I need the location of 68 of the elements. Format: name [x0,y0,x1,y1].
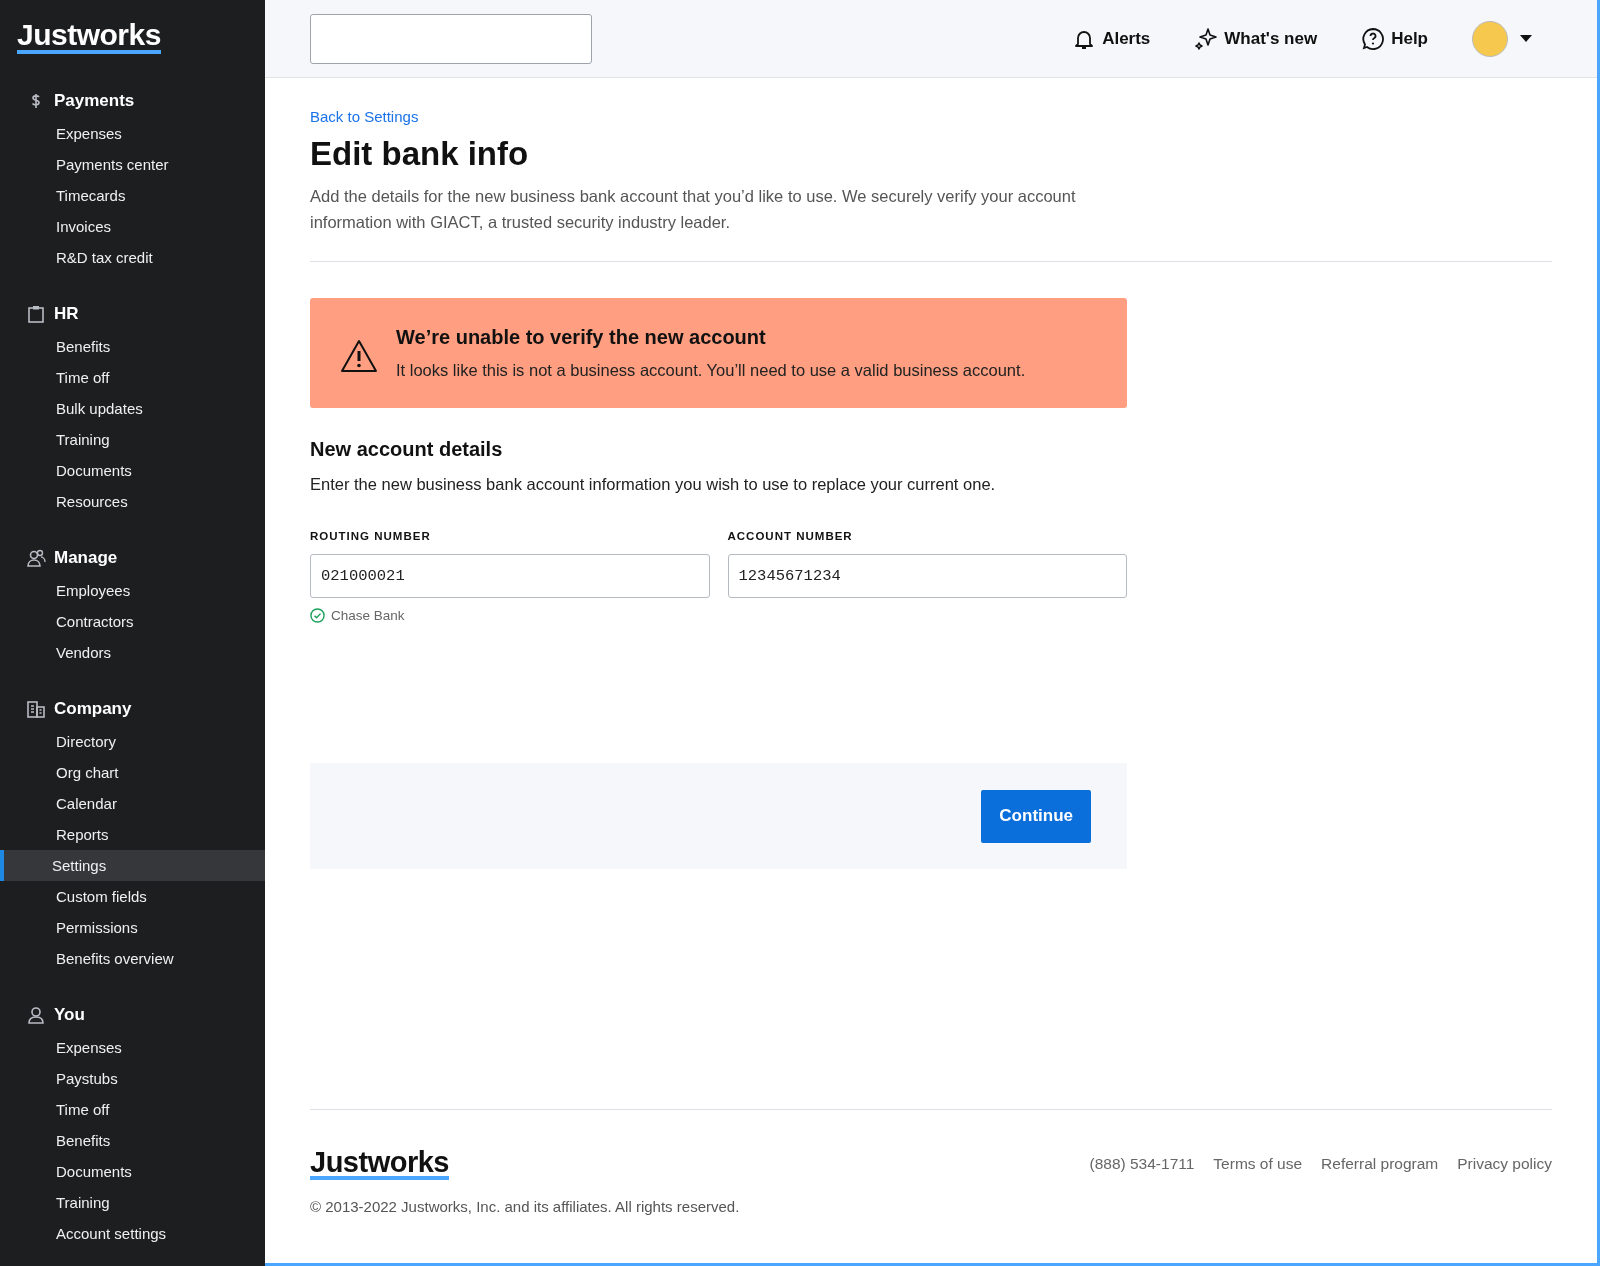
input-field[interactable]: 12345671234 [727,554,1127,598]
sidebar-item[interactable]: Settings [0,850,265,881]
sidebar-item[interactable]: Custom fields [0,881,265,912]
help-icon [1361,26,1386,51]
error-message: It looks like this is not a business account. You’ll need to use a valid business account. [396,361,1026,380]
sidebar-item[interactable]: R&D tax credit [0,242,265,273]
sparkle-icon [1194,26,1219,51]
sidebar-item[interactable]: Expenses [0,1032,265,1063]
sidebar-item[interactable]: Benefits [0,331,265,362]
sidebar-item[interactable]: Training [0,424,265,455]
warning-icon [340,338,378,374]
clipboard-icon [26,304,46,324]
sidebar-item[interactable]: Org chart [0,757,265,788]
sidebar-item[interactable]: Paystubs [0,1063,265,1094]
sidebar-section-title: HR [54,304,79,324]
person-icon [26,1005,46,1025]
sidebar-item[interactable]: Directory [0,726,265,757]
building-icon [26,699,46,719]
sidebar-item[interactable]: Documents [0,1156,265,1187]
sidebar-section-title: Payments [54,91,135,111]
footer-link[interactable]: Privacy policy [1457,1155,1552,1173]
sidebar-item[interactable]: Contractors [0,606,265,637]
page-description: Add the details for the new business bank account that you’d like to use. We securely verify your account information with GIACT, a trusted security industry leader. [310,186,1077,233]
sidebar-item[interactable]: Reports [0,819,265,850]
sidebar-section-title: You [54,1005,85,1025]
input-field[interactable]: 021000021 [310,554,710,598]
field-label: ACCOUNT NUMBER [727,530,853,542]
sidebar-item[interactable]: Bulk updates [0,393,265,424]
header-button[interactable]: Alerts [1072,26,1151,51]
back-link[interactable]: Back to Settings [310,108,419,125]
people-icon [26,548,46,568]
footer-link[interactable]: (888) 534-1711 [1089,1155,1195,1173]
sidebar-item[interactable]: Vendors [0,637,265,668]
sidebar-item[interactable]: Time off [0,362,265,393]
logo[interactable]: Justworks [17,20,161,54]
sidebar-item[interactable]: Account settings [0,1218,265,1249]
error-title: We’re unable to verify the new account [396,326,767,349]
avatar[interactable] [1472,20,1508,57]
sidebar-item[interactable]: Expenses [0,118,265,149]
sidebar-item[interactable]: Permissions [0,912,265,943]
sidebar-item[interactable]: Resources [0,486,265,517]
sidebar-item[interactable]: Time off [0,1094,265,1125]
sidebar-item[interactable]: Invoices [0,211,265,242]
sidebar-item[interactable]: Payments center [0,149,265,180]
sidebar-item[interactable]: Training [0,1187,265,1218]
header-button[interactable]: What's new [1194,26,1318,51]
continue-button[interactable]: Continue [981,789,1091,843]
page-title: Edit bank info [310,135,530,173]
sidebar-item[interactable]: Benefits [0,1125,265,1156]
check-circle-icon [310,608,325,623]
footer-link[interactable]: Referral program [1321,1155,1439,1173]
footer-logo: Justworks [310,1148,449,1180]
sidebar-item[interactable]: Employees [0,575,265,606]
sidebar-item[interactable]: Documents [0,455,265,486]
field-label: ROUTING NUMBER [310,530,431,542]
section-title: New account details [310,438,504,461]
bank-name: Chase Bank [331,608,405,623]
sidebar-item[interactable]: Calendar [0,788,265,819]
sidebar-item[interactable]: Benefits overview [0,943,265,974]
footer-link[interactable]: Terms of use [1213,1155,1303,1173]
sidebar-section-title: Manage [54,548,118,568]
caret-icon[interactable] [1520,34,1532,43]
section-text: Enter the new business bank account information you wish to use to replace your current one. [310,475,997,494]
search-field[interactable] [310,13,592,64]
copyright: © 2013-2022 Justworks, Inc. and its affiliates. All rights reserved. [310,1198,741,1215]
header-button[interactable]: Help [1361,26,1428,51]
sidebar-section-title: Company [54,699,132,719]
sidebar-item[interactable]: Timecards [0,180,265,211]
